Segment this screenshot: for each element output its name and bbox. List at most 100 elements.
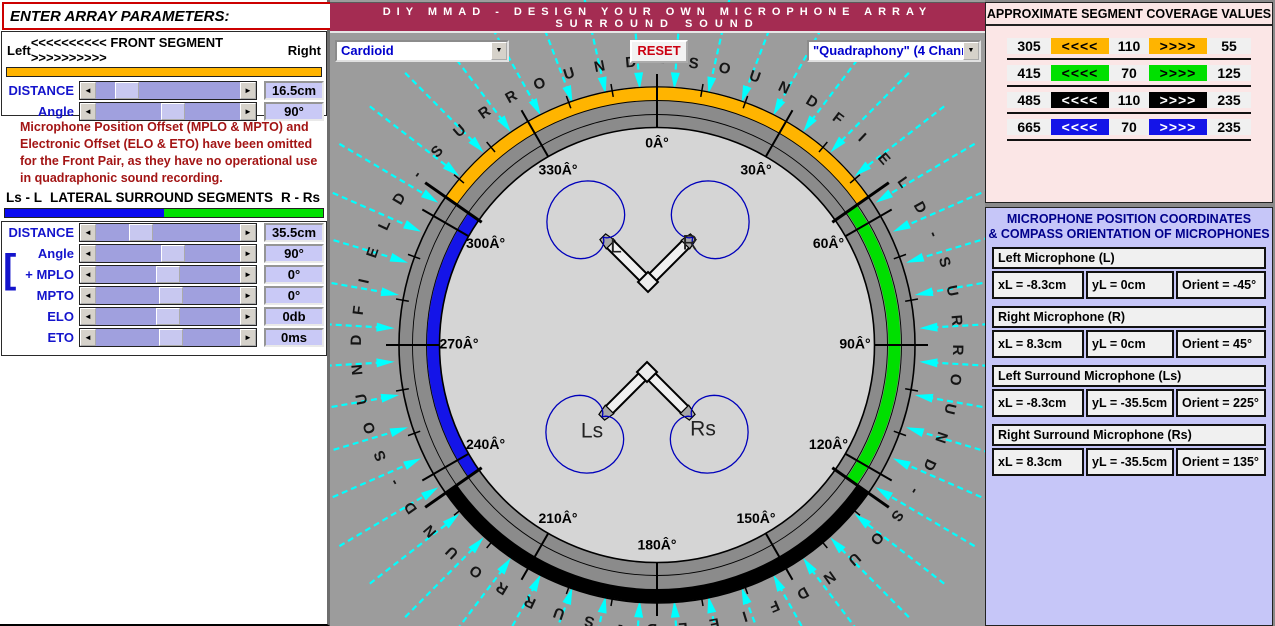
segment-start: 305 bbox=[1007, 37, 1051, 54]
lateral-slider[interactable]: ◄ ► bbox=[79, 307, 257, 326]
svg-text:30Â°: 30Â° bbox=[740, 161, 771, 178]
lateral-slider-value: 0° bbox=[264, 286, 324, 305]
svg-text:N: N bbox=[349, 364, 367, 376]
slider-thumb[interactable] bbox=[114, 82, 139, 99]
left-chevrons: <<<< bbox=[1051, 64, 1109, 81]
slider-left-arrow-button[interactable]: ◄ bbox=[80, 266, 96, 283]
lateral-slider-row: DISTANCE ◄ ► 35.5cm bbox=[2, 222, 326, 243]
stage-disc bbox=[438, 126, 876, 564]
note-line: Microphone Position Offset (MPLO & MPTO)… bbox=[20, 120, 309, 134]
mic-label: Rs bbox=[690, 418, 716, 441]
lateral-header-center: LATERAL SURROUND SEGMENTS bbox=[49, 190, 273, 205]
lateral-slider-value: 0ms bbox=[264, 328, 324, 347]
slider-left-arrow-button[interactable]: ◄ bbox=[80, 245, 96, 262]
slider-thumb[interactable] bbox=[160, 245, 185, 262]
note-line: Electronic Offset (ELO & ETO) have been … bbox=[20, 137, 313, 151]
svg-text:180Â°: 180Â° bbox=[637, 536, 676, 553]
readout-panel: APPROXIMATE SEGMENT COVERAGE VALUES 305 <… bbox=[985, 0, 1275, 626]
slider-left-arrow-button[interactable]: ◄ bbox=[80, 308, 96, 325]
microphone-tables: Left Microphone (L) xL = -8.3cm yL = 0cm Or… bbox=[986, 247, 1272, 476]
slider-thumb[interactable] bbox=[159, 329, 184, 346]
slider-right-arrow-button[interactable]: ► bbox=[240, 287, 256, 304]
svg-text:90Â°: 90Â° bbox=[839, 335, 870, 352]
lateral-slider[interactable]: ◄ ► bbox=[79, 244, 257, 263]
mic-orientation: Orient = 135° bbox=[1176, 448, 1266, 476]
slider-right-arrow-button[interactable]: ► bbox=[240, 245, 256, 262]
svg-text:0Â°: 0Â° bbox=[645, 134, 669, 151]
coordinates-title-line2: & COMPASS ORIENTATION OF MICROPHONES bbox=[988, 227, 1270, 241]
slider-right-arrow-button[interactable]: ► bbox=[240, 224, 256, 241]
mic-x-coordinate: xL = -8.3cm bbox=[992, 271, 1084, 299]
slider-track[interactable] bbox=[96, 103, 240, 120]
svg-text:R: R bbox=[947, 314, 965, 326]
slider-thumb[interactable] bbox=[156, 266, 181, 283]
left-chevrons: <<<< bbox=[1051, 118, 1109, 135]
lateral-slider[interactable]: ◄ ► bbox=[79, 328, 257, 347]
slider-thumb[interactable] bbox=[129, 224, 154, 241]
microphone-values: xL = 8.3cm yL = 0cm Orient = 45° bbox=[992, 330, 1266, 358]
lateral-slider-value: 35.5cm bbox=[264, 223, 324, 242]
lateral-slider-label: DISTANCE bbox=[8, 225, 74, 240]
channel-mode-value: "Quadraphony" (4 Channels bbox=[813, 43, 981, 58]
reset-button[interactable]: RESET bbox=[630, 40, 688, 63]
slider-track[interactable] bbox=[96, 266, 240, 283]
segment-span: 110 bbox=[1109, 91, 1149, 108]
svg-text:120Â°: 120Â° bbox=[809, 435, 848, 452]
coverage-row: 305 <<<< 110 >>>> 55 bbox=[1007, 33, 1251, 60]
mic-x-coordinate: xL = 8.3cm bbox=[992, 448, 1084, 476]
front-distance-row: DISTANCE ◄ ► 16.5cm bbox=[2, 80, 326, 101]
slider-right-arrow-button[interactable]: ► bbox=[240, 82, 256, 99]
slider-right-arrow-button[interactable]: ► bbox=[240, 329, 256, 346]
slider-track[interactable] bbox=[96, 308, 240, 325]
slider-thumb[interactable] bbox=[160, 103, 185, 120]
front-segment-header: Left <<<<<<<<<< FRONT SEGMENT >>>>>>>>>>… bbox=[2, 32, 326, 66]
segment-span: 110 bbox=[1109, 37, 1149, 54]
lateral-slider-label: ELO bbox=[47, 309, 74, 324]
lateral-segments-header: Ls - L LATERAL SURROUND SEGMENTS R - Rs bbox=[0, 190, 326, 205]
app-banner: DIY MMAD - DESIGN YOUR OWN MICROPHONE AR… bbox=[330, 2, 985, 33]
slider-left-arrow-button[interactable]: ◄ bbox=[80, 224, 96, 241]
mic-x-coordinate: xL = 8.3cm bbox=[992, 330, 1084, 358]
channel-mode-select[interactable]: "Quadraphony" (4 Channels ▼ bbox=[807, 40, 981, 62]
slider-right-arrow-button[interactable]: ► bbox=[240, 308, 256, 325]
lateral-slider[interactable]: ◄ ► bbox=[79, 286, 257, 305]
polar-pattern-select[interactable]: Cardioid ▼ bbox=[335, 40, 509, 62]
coverage-title: APPROXIMATE SEGMENT COVERAGE VALUES bbox=[986, 3, 1272, 26]
slider-left-arrow-button[interactable]: ◄ bbox=[80, 287, 96, 304]
array-diagram: SOUNDFIELD-SURROUND-SOUNDFIELD-SURROUND-… bbox=[330, 0, 985, 626]
banner-title: DIY MMAD - DESIGN YOUR OWN MICROPHONE AR… bbox=[382, 6, 933, 18]
svg-text:330Â°: 330Â° bbox=[538, 161, 577, 178]
dropdown-arrow-icon[interactable]: ▼ bbox=[491, 42, 507, 60]
lateral-slider[interactable]: ◄ ► bbox=[79, 223, 257, 242]
slider-track[interactable] bbox=[96, 245, 240, 262]
svg-text:270Â°: 270Â° bbox=[439, 335, 478, 352]
mic-y-coordinate: yL = 0cm bbox=[1086, 271, 1174, 299]
slider-thumb[interactable] bbox=[159, 287, 184, 304]
front-header-center: <<<<<<<<<< FRONT SEGMENT >>>>>>>>>> bbox=[30, 35, 224, 65]
slider-right-arrow-button[interactable]: ► bbox=[240, 266, 256, 283]
coverage-panel: APPROXIMATE SEGMENT COVERAGE VALUES 305 <… bbox=[985, 2, 1273, 203]
slider-right-arrow-button[interactable]: ► bbox=[240, 103, 256, 120]
mic-label: Ls bbox=[581, 420, 603, 443]
slider-track[interactable] bbox=[96, 329, 240, 346]
front-segment-group: Left <<<<<<<<<< FRONT SEGMENT >>>>>>>>>>… bbox=[1, 31, 327, 121]
svg-text:S: S bbox=[688, 55, 700, 73]
slider-thumb[interactable] bbox=[156, 308, 181, 325]
front-distance-slider[interactable]: ◄ ► bbox=[79, 81, 257, 100]
slider-track[interactable] bbox=[96, 82, 240, 99]
segment-span: 70 bbox=[1109, 64, 1149, 81]
svg-text:210Â°: 210Â° bbox=[538, 509, 577, 526]
right-chevrons: >>>> bbox=[1149, 118, 1207, 135]
lateral-slider[interactable]: ◄ ► bbox=[79, 265, 257, 284]
slider-left-arrow-button[interactable]: ◄ bbox=[80, 82, 96, 99]
slider-left-arrow-button[interactable]: ◄ bbox=[80, 329, 96, 346]
banner-subtitle: SURROUND SOUND bbox=[555, 18, 760, 30]
dropdown-arrow-icon[interactable]: ▼ bbox=[963, 42, 979, 60]
lateral-slider-row: + MPLO ◄ ► 0° bbox=[2, 264, 326, 285]
slider-left-arrow-button[interactable]: ◄ bbox=[80, 103, 96, 120]
slider-track[interactable] bbox=[96, 224, 240, 241]
svg-text:E: E bbox=[708, 614, 721, 626]
note-line: in quadraphonic sound recording. bbox=[20, 171, 223, 185]
slider-track[interactable] bbox=[96, 287, 240, 304]
segment-start: 665 bbox=[1007, 118, 1051, 135]
